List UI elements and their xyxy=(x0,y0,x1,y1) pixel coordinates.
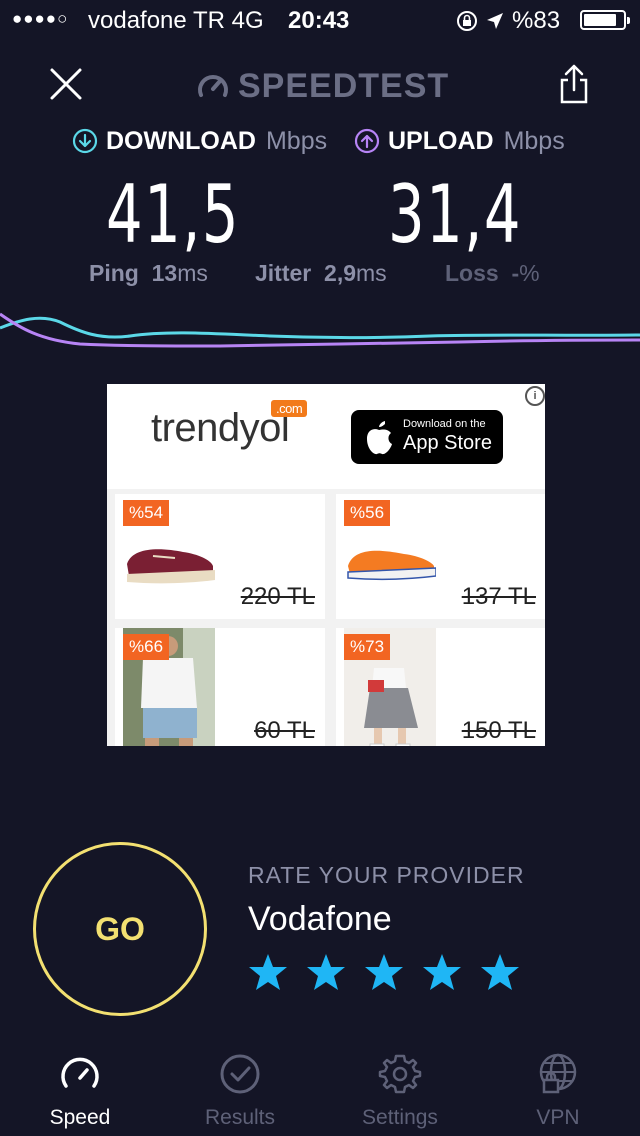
app-store-large-text: App Store xyxy=(403,432,492,454)
rate-provider-title: RATE YOUR PROVIDER xyxy=(248,862,525,888)
upload-unit: Mbps xyxy=(503,126,565,155)
product-price: 150 TL xyxy=(461,717,536,744)
download-header: DOWNLOAD Mbps xyxy=(72,124,327,158)
ad-product[interactable]: %66 60 TL xyxy=(115,628,325,746)
tab-label: VPN xyxy=(536,1106,580,1129)
ad-brand-name: trendyol xyxy=(151,406,290,450)
close-button[interactable] xyxy=(46,64,86,104)
globe-lock-icon xyxy=(539,1053,577,1094)
share-button[interactable] xyxy=(554,62,594,106)
gear-icon xyxy=(378,1054,422,1094)
battery-percent: %83 xyxy=(512,7,561,34)
discount-badge: %73 xyxy=(344,634,391,660)
tab-label: Speed xyxy=(49,1106,111,1129)
upload-arrow-icon xyxy=(354,128,380,154)
upload-label: UPLOAD xyxy=(388,126,494,155)
tab-speed[interactable]: Speed xyxy=(20,1052,140,1130)
download-arrow-icon xyxy=(72,128,98,154)
go-button[interactable]: GO xyxy=(33,842,207,1016)
upload-wave xyxy=(0,312,640,348)
ad-product[interactable]: %73 150 TL xyxy=(336,628,545,746)
speed-wave-graph xyxy=(0,312,640,348)
signal-strength: ●●●●○ xyxy=(12,9,69,28)
battery-icon xyxy=(580,10,630,30)
location-arrow-icon xyxy=(487,13,503,29)
ad-product[interactable]: %56 137 TL xyxy=(336,494,545,619)
star-icon[interactable] xyxy=(248,952,288,992)
download-wave xyxy=(0,316,640,339)
jitter-unit: ms xyxy=(356,260,387,286)
ping-value: 13 xyxy=(151,260,178,286)
tab-results[interactable]: Results xyxy=(180,1052,300,1130)
rating-stars xyxy=(248,952,520,992)
jitter-label: Jitter xyxy=(255,260,312,286)
discount-badge: %54 xyxy=(123,500,170,526)
ad-banner[interactable]: trendyol .com Download on the App Store … xyxy=(107,384,545,746)
status-icons: %83 xyxy=(456,7,560,35)
tab-label: Settings xyxy=(362,1106,438,1129)
discount-badge: %66 xyxy=(123,634,170,660)
ad-header: trendyol .com Download on the App Store … xyxy=(107,384,545,489)
download-unit: Mbps xyxy=(265,126,328,155)
download-label: DOWNLOAD xyxy=(106,126,256,155)
share-icon xyxy=(560,64,588,104)
star-icon[interactable] xyxy=(364,952,404,992)
loss-stat: Loss -% xyxy=(445,260,540,287)
jitter-value: 2,9 xyxy=(324,260,357,286)
ping-unit: ms xyxy=(177,260,208,286)
tab-settings[interactable]: Settings xyxy=(340,1052,460,1130)
app-store-small-text: Download on the xyxy=(403,418,486,430)
star-icon[interactable] xyxy=(422,952,462,992)
close-icon xyxy=(50,68,82,100)
tab-label: Results xyxy=(204,1106,276,1129)
loss-unit: % xyxy=(519,260,540,286)
discount-badge: %56 xyxy=(344,500,391,526)
app-store-button[interactable]: Download on the App Store xyxy=(351,410,503,464)
status-bar: ●●●●○ vodafone TR 4G 20:43 %83 xyxy=(0,0,640,40)
tab-vpn[interactable]: VPN xyxy=(498,1052,618,1130)
speedometer-icon xyxy=(198,75,228,97)
upload-value: 31,4 xyxy=(388,168,523,261)
star-icon[interactable] xyxy=(306,952,346,992)
ad-product[interactable]: %54 220 TL xyxy=(115,494,325,619)
carrier-label: vodafone TR 4G xyxy=(88,7,264,34)
ping-label: Ping xyxy=(89,260,139,286)
loss-label: Loss xyxy=(445,260,499,286)
apple-icon xyxy=(367,421,392,455)
jitter-stat: Jitter 2,9ms xyxy=(255,260,387,287)
ad-brand-badge: .com xyxy=(271,400,308,417)
product-price: 137 TL xyxy=(461,583,536,610)
rotation-lock-icon xyxy=(457,11,477,31)
clock: 20:43 xyxy=(288,7,350,34)
speedometer-icon xyxy=(61,1057,99,1088)
product-price: 60 TL xyxy=(254,717,315,744)
upload-header: UPLOAD Mbps xyxy=(354,124,565,158)
logo-text: SPEEDTEST xyxy=(238,66,450,105)
go-label: GO xyxy=(95,910,145,947)
star-icon[interactable] xyxy=(480,952,520,992)
check-circle-icon xyxy=(220,1054,260,1094)
loss-value: - xyxy=(511,260,520,286)
provider-name: Vodafone xyxy=(248,900,392,938)
speedtest-logo: SPEEDTEST xyxy=(196,64,449,108)
download-value: 41,5 xyxy=(106,168,241,261)
product-price: 220 TL xyxy=(240,583,315,610)
ad-info-icon[interactable]: i xyxy=(525,386,545,406)
ping-stat: Ping 13ms xyxy=(89,260,208,287)
ad-brand: trendyol .com xyxy=(151,400,308,451)
